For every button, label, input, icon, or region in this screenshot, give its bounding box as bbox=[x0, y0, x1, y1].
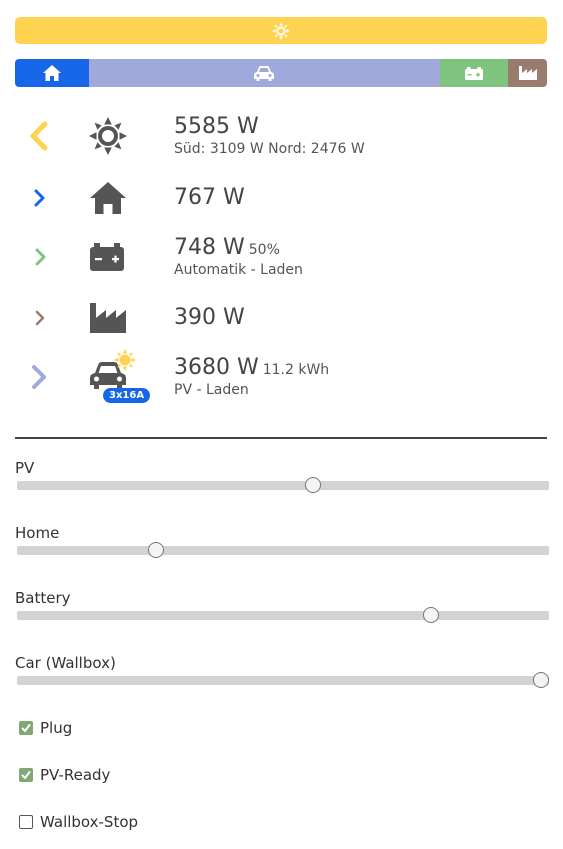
home-slider-label: Home bbox=[15, 524, 60, 542]
car-icon bbox=[254, 65, 275, 81]
chevron-right-icon[interactable] bbox=[29, 303, 53, 333]
car-row[interactable]: 3x16A 3680 W 11.2 kWh PV - Laden bbox=[15, 347, 547, 407]
grid-power-value: 390 W bbox=[174, 305, 245, 330]
sun-icon bbox=[114, 349, 136, 371]
battery-icon bbox=[90, 243, 124, 271]
pv-ready-checkbox[interactable] bbox=[19, 768, 33, 782]
plug-checkbox-label: Plug bbox=[40, 719, 73, 737]
chevron-right-icon[interactable] bbox=[27, 362, 51, 392]
car-power-value: 3680 W bbox=[174, 355, 259, 380]
car-slider[interactable] bbox=[17, 672, 550, 688]
battery-icon bbox=[464, 66, 483, 80]
home-slider-thumb[interactable] bbox=[147, 542, 164, 558]
car-status-icon: 3x16A bbox=[89, 349, 151, 405]
sun-icon bbox=[272, 21, 290, 40]
home-segment[interactable] bbox=[15, 59, 89, 87]
section-divider bbox=[15, 437, 547, 439]
chevron-right-icon[interactable] bbox=[29, 183, 53, 213]
car-energy-charged: 11.2 kWh bbox=[262, 362, 330, 378]
pv-slider-label: PV bbox=[15, 459, 35, 477]
pv-production-bar[interactable] bbox=[15, 17, 547, 44]
battery-segment[interactable] bbox=[439, 59, 509, 87]
pv-string-details: Süd: 3109 W Nord: 2476 W bbox=[174, 141, 365, 157]
battery-slider[interactable] bbox=[17, 607, 549, 623]
pv-slider-thumb[interactable] bbox=[304, 477, 321, 493]
chevron-left-icon[interactable] bbox=[27, 121, 51, 151]
home-icon bbox=[42, 65, 61, 81]
battery-mode: Automatik - Laden bbox=[174, 262, 303, 278]
home-slider[interactable] bbox=[17, 542, 549, 558]
pv-row[interactable]: 5585 W Süd: 3109 W Nord: 2476 W bbox=[15, 106, 547, 166]
pv-slider[interactable] bbox=[17, 477, 549, 493]
check-icon bbox=[21, 724, 31, 732]
plug-checkbox[interactable] bbox=[19, 721, 33, 735]
check-icon bbox=[21, 771, 31, 779]
plug-checkbox-row[interactable]: Plug bbox=[19, 719, 72, 737]
consumption-distribution-bar bbox=[15, 59, 547, 87]
car-slider-label: Car (Wallbox) bbox=[15, 654, 116, 672]
factory-icon bbox=[518, 66, 537, 80]
wallbox-stop-checkbox[interactable] bbox=[19, 815, 33, 829]
battery-row[interactable]: 748 W 50% Automatik - Laden bbox=[15, 227, 547, 287]
charging-phase-badge: 3x16A bbox=[103, 388, 151, 403]
battery-soc: 50% bbox=[248, 242, 280, 258]
sun-icon bbox=[89, 117, 127, 155]
battery-power-value: 748 W bbox=[174, 235, 245, 260]
car-slider-thumb[interactable] bbox=[533, 672, 550, 688]
wallbox-stop-checkbox-row[interactable]: Wallbox-Stop bbox=[19, 813, 138, 831]
battery-slider-thumb[interactable] bbox=[423, 607, 440, 623]
car-segment[interactable] bbox=[88, 59, 440, 87]
grid-segment[interactable] bbox=[508, 59, 547, 87]
wallbox-stop-checkbox-label: Wallbox-Stop bbox=[40, 813, 139, 831]
home-power-value: 767 W bbox=[174, 185, 245, 210]
battery-slider-label: Battery bbox=[15, 589, 71, 607]
grid-row[interactable]: 390 W bbox=[15, 288, 547, 348]
chevron-right-icon[interactable] bbox=[29, 242, 53, 272]
pv-ready-checkbox-label: PV-Ready bbox=[40, 766, 111, 784]
pv-ready-checkbox-row[interactable]: PV-Ready bbox=[19, 766, 110, 784]
factory-icon bbox=[90, 303, 126, 333]
home-icon bbox=[90, 182, 126, 214]
pv-power-value: 5585 W bbox=[174, 114, 259, 139]
home-row[interactable]: 767 W bbox=[15, 168, 547, 228]
car-charge-mode: PV - Laden bbox=[174, 382, 249, 398]
